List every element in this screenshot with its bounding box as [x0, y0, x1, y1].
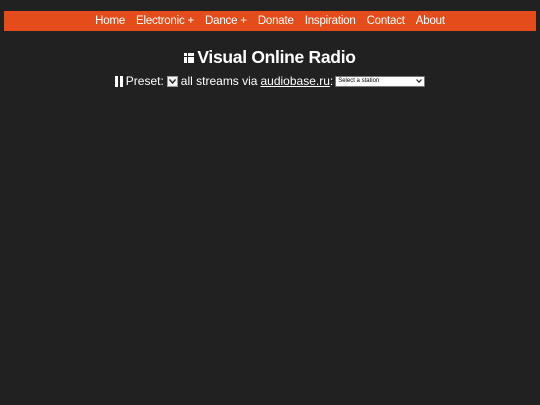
nav-item-inspiration[interactable]: Inspiration: [305, 15, 356, 27]
nav-item-home[interactable]: Home: [95, 15, 125, 27]
streams-text: all streams via: [180, 74, 258, 88]
audiobase-link[interactable]: audiobase.ru: [260, 74, 329, 88]
nav-item-electronic[interactable]: Electronic +: [136, 15, 194, 27]
nav-item-contact[interactable]: Contact: [367, 15, 405, 27]
nav-item-donate[interactable]: Donate: [258, 15, 294, 27]
nav-item-about[interactable]: About: [416, 15, 445, 27]
title-row: Visual Online Radio: [0, 46, 540, 68]
preset-label: Preset:: [125, 74, 164, 88]
nav-item-dance[interactable]: Dance +: [205, 15, 247, 27]
page: Home Electronic + Dance + Donate Inspira…: [0, 0, 540, 405]
grid-icon[interactable]: [184, 53, 195, 63]
player-controls: Preset: all streams via audiobase.ru : S…: [0, 73, 540, 89]
chevron-down-icon: [168, 78, 176, 84]
page-title: Visual Online Radio: [197, 46, 356, 67]
pause-icon[interactable]: [114, 75, 123, 87]
chevron-down-icon: [416, 79, 423, 83]
station-select[interactable]: Select a station: [335, 75, 426, 87]
colon-text: :: [329, 74, 334, 88]
top-nav-bar: Home Electronic + Dance + Donate Inspira…: [4, 11, 536, 31]
station-select-value: Select a station: [338, 78, 380, 84]
preset-dropdown[interactable]: [166, 75, 178, 87]
